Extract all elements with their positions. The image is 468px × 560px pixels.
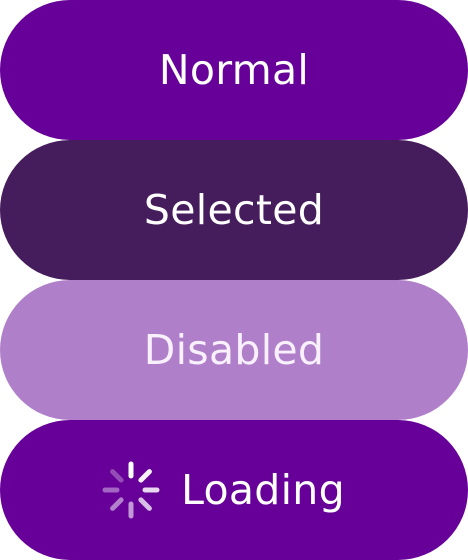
selected-button-label: Selected: [143, 185, 325, 234]
disabled-button: Disabled: [0, 280, 468, 420]
normal-button-label: Normal: [158, 45, 310, 94]
spinner-icon: [99, 458, 163, 522]
normal-button[interactable]: Normal: [0, 0, 468, 140]
disabled-button-label: Disabled: [143, 325, 325, 374]
selected-button[interactable]: Selected: [0, 140, 468, 280]
loading-button[interactable]: Loading: [0, 420, 468, 560]
button-states-stack: Normal Selected Disabled Loading: [0, 0, 468, 560]
loading-button-label: Loading: [181, 465, 345, 514]
